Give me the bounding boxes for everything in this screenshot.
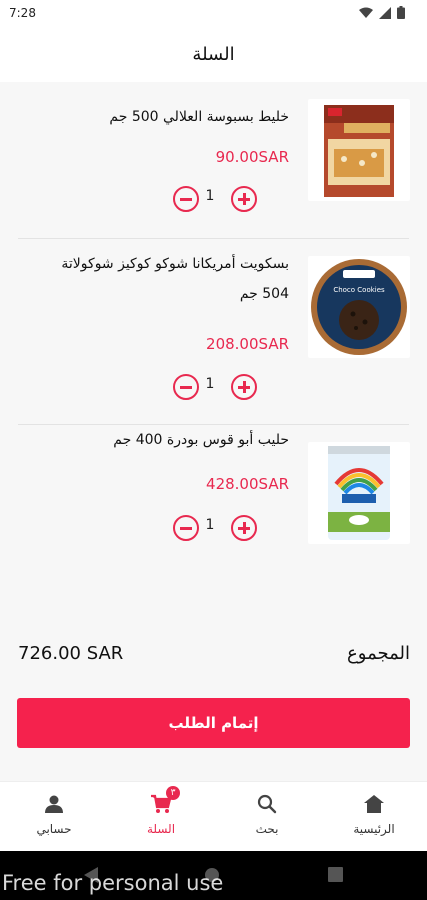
status-time: 7:28 bbox=[9, 6, 36, 20]
battery-icon bbox=[397, 6, 405, 19]
person-icon bbox=[45, 795, 63, 813]
cart-item: خليط بسبوسة العلالي 500 جم 90.00SAR 1 bbox=[0, 82, 427, 238]
quantity-stepper: 1 bbox=[171, 184, 291, 214]
total-value: 726.00 SAR bbox=[18, 643, 124, 664]
cart-list: خليط بسبوسة العلالي 500 جم 90.00SAR 1 Ch… bbox=[0, 82, 427, 602]
quantity-value: 1 bbox=[205, 517, 215, 533]
cookies-tin-image: Choco Cookies bbox=[311, 259, 407, 355]
nav-label: الرئيسية bbox=[353, 822, 395, 836]
nav-item-cart[interactable]: ٣ السلة bbox=[126, 786, 196, 836]
decrease-button[interactable] bbox=[173, 515, 199, 541]
nav-label: بحث bbox=[255, 822, 279, 836]
product-price: 428.00SAR bbox=[206, 475, 289, 493]
increase-button[interactable] bbox=[231, 374, 257, 400]
product-price: 208.00SAR bbox=[206, 335, 289, 353]
status-bar: 7:28 bbox=[0, 0, 427, 28]
product-name: بسكويت أمريكانا شوكو كوكيز شوكولاتة 504 … bbox=[61, 256, 289, 302]
nav-item-search[interactable]: بحث bbox=[232, 794, 302, 836]
cart-item: حليب أبو قوس بودرة 400 جم 428.00SAR 1 bbox=[0, 425, 427, 595]
checkout-button[interactable]: إتمام الطلب bbox=[17, 698, 410, 748]
home-icon bbox=[364, 795, 384, 813]
recents-icon[interactable] bbox=[328, 867, 343, 882]
watermark-text: Free for personal use bbox=[2, 871, 224, 895]
milk-can-image bbox=[328, 446, 390, 540]
total-label: المجموع bbox=[347, 643, 410, 664]
order-total: المجموع 726.00 SAR bbox=[0, 640, 427, 674]
nav-item-account[interactable]: حسابي bbox=[19, 794, 89, 836]
header: السلة bbox=[0, 28, 427, 82]
svg-text:Choco Cookies: Choco Cookies bbox=[333, 286, 385, 294]
decrease-button[interactable] bbox=[173, 186, 199, 212]
wifi-icon bbox=[359, 7, 373, 18]
nav-label: حسابي bbox=[36, 822, 72, 836]
increase-button[interactable] bbox=[231, 515, 257, 541]
status-icons bbox=[359, 6, 405, 19]
quantity-stepper: 1 bbox=[171, 372, 291, 402]
nav-label: السلة bbox=[146, 822, 176, 836]
product-name: خليط بسبوسة العلالي 500 جم bbox=[109, 109, 289, 125]
product-image-cookies[interactable]: Choco Cookies bbox=[308, 256, 410, 358]
quantity-value: 1 bbox=[205, 376, 215, 392]
page-title: السلة bbox=[192, 44, 235, 65]
search-icon bbox=[257, 794, 277, 814]
nav-item-home[interactable]: الرئيسية bbox=[339, 794, 409, 836]
product-price: 90.00SAR bbox=[215, 148, 289, 166]
basbousa-box-image bbox=[324, 105, 394, 197]
bottom-nav: الرئيسية بحث ٣ السلة حسابي bbox=[0, 781, 427, 852]
cart-item: Choco Cookies بسكويت أمريكانا شوكو كوكيز… bbox=[0, 239, 427, 424]
signal-icon bbox=[379, 6, 391, 19]
quantity-stepper: 1 bbox=[171, 513, 291, 543]
product-name: حليب أبو قوس بودرة 400 جم bbox=[113, 432, 289, 448]
cart-badge: ٣ bbox=[166, 786, 180, 800]
quantity-value: 1 bbox=[205, 188, 215, 204]
increase-button[interactable] bbox=[231, 186, 257, 212]
decrease-button[interactable] bbox=[173, 374, 199, 400]
product-image-basbousa[interactable] bbox=[308, 99, 410, 201]
product-image-milk[interactable] bbox=[308, 442, 410, 544]
